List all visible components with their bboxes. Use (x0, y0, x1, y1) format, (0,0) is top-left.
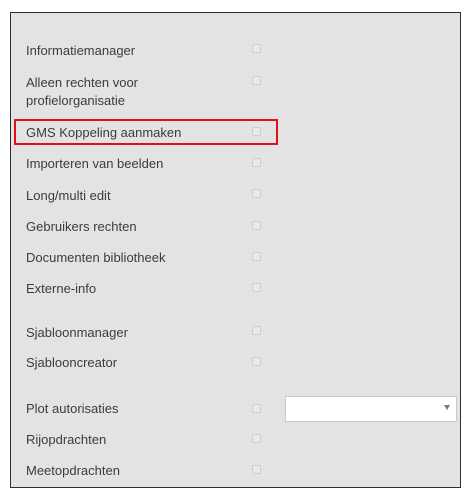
permission-label-rijopdrachten: Rijopdrachten (26, 432, 107, 447)
checkbox-long-multi-edit[interactable] (252, 189, 261, 198)
permission-label-plot-autorisaties: Plot autorisaties (26, 401, 119, 416)
permission-label-informatiemanager: Informatiemanager (26, 43, 136, 58)
permission-label-meetopdrachten: Meetopdrachten (26, 463, 120, 478)
checkbox-informatiemanager[interactable] (252, 44, 261, 53)
permission-label-importeren-van-beelden: Importeren van beelden (26, 156, 164, 171)
checkbox-sjabloonmanager[interactable] (252, 326, 261, 335)
plot-autorisaties-select[interactable] (285, 396, 457, 422)
checkbox-importeren-van-beelden[interactable] (252, 158, 261, 167)
permission-label-sjablooncreator: Sjablooncreator (26, 355, 118, 370)
permission-label-gms-koppeling-aanmaken: GMS Koppeling aanmaken (26, 125, 182, 140)
permission-label-externe-info: Externe-info (26, 281, 97, 296)
checkbox-externe-info[interactable] (252, 283, 261, 292)
checkbox-alleen-rechten-profielorganisatie[interactable] (252, 76, 261, 85)
checkbox-gebruikers-rechten[interactable] (252, 221, 261, 230)
checkbox-meetopdrachten[interactable] (252, 465, 261, 474)
checkbox-sjablooncreator[interactable] (252, 357, 261, 366)
permission-label-gebruikers-rechten: Gebruikers rechten (26, 219, 137, 234)
checkbox-rijopdrachten[interactable] (252, 434, 261, 443)
permission-label-alleen-rechten-profielorganisatie: Alleen rechten voor profielorganisatie (26, 75, 139, 108)
checkbox-gms-koppeling-aanmaken[interactable] (252, 127, 261, 136)
checkbox-plot-autorisaties[interactable] (252, 404, 261, 413)
permission-label-sjabloonmanager: Sjabloonmanager (26, 325, 128, 340)
checkbox-documenten-bibliotheek[interactable] (252, 252, 261, 261)
permission-label-long-multi-edit: Long/multi edit (26, 188, 111, 203)
permission-label-documenten-bibliotheek: Documenten bibliotheek (26, 250, 166, 265)
chevron-down-icon (444, 405, 450, 410)
